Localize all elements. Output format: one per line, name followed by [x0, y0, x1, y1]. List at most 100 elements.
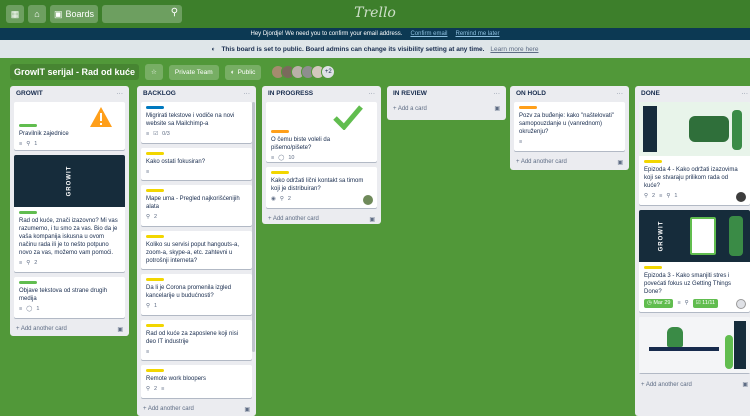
more-icon[interactable]: ··· — [617, 90, 624, 97]
banner-message: Hey Djordje! We need you to confirm your… — [250, 31, 403, 37]
add-card-button[interactable]: + Add a card ▣ — [391, 102, 502, 115]
card[interactable]: Koliko su servisi poput hangouts-a, zoom… — [141, 230, 252, 270]
add-card-button[interactable]: + Add another card ▣ — [639, 378, 750, 391]
board-members[interactable]: +2 — [271, 65, 336, 79]
star-icon: ☆ — [151, 69, 157, 76]
star-button[interactable]: ☆ — [145, 64, 163, 80]
list-scrollbar[interactable] — [252, 102, 255, 352]
card-badges: ≡ ◯ 10 — [271, 155, 372, 162]
trello-logo[interactable]: Trello — [354, 5, 396, 21]
template-icon[interactable]: ▣ — [494, 105, 500, 112]
card-label — [19, 211, 37, 214]
add-card-button[interactable]: + Add another card ▣ — [266, 213, 377, 226]
list-title[interactable]: IN PROGRESS — [268, 90, 313, 97]
more-members-badge[interactable]: +2 — [321, 65, 336, 79]
card-member-avatar[interactable] — [736, 191, 746, 202]
template-icon[interactable]: ▣ — [117, 326, 123, 333]
card-title: Kako održati lični kontakt sa timom koji… — [271, 178, 364, 193]
board-title[interactable]: GrowIT serijal - Rad od kuće — [10, 64, 140, 80]
card[interactable]: Pravilnik zajednice ≡ ⚲ 1 — [14, 102, 125, 150]
card[interactable]: Da li je Corona promenila izgled kancela… — [141, 274, 252, 315]
card[interactable]: GROWIT Epizoda 3 - Kako smanjiti stres i… — [639, 209, 750, 313]
card-label — [644, 160, 662, 163]
grid-icon: ▦ — [10, 8, 20, 19]
add-card-label: + Add another card — [16, 326, 67, 332]
learn-more-link[interactable]: Learn more here — [490, 46, 538, 53]
template-icon[interactable]: ▣ — [244, 406, 250, 413]
card[interactable]: GROWIT Rad od kuće, znači izazovno? Mi v… — [14, 155, 125, 272]
search-input[interactable]: ⚲ — [102, 5, 183, 23]
watch-icon: ◉ — [271, 196, 276, 203]
list-title[interactable]: DONE — [641, 90, 660, 97]
card-label — [519, 106, 537, 109]
badge-count: 2 — [287, 196, 291, 203]
card[interactable]: Kako održati lični kontakt sa timom koji… — [266, 167, 377, 208]
template-icon[interactable]: ▣ — [369, 216, 375, 223]
attachment-icon: ⚲ — [684, 299, 689, 306]
list-title[interactable]: ON HOLD — [516, 90, 546, 97]
home-button[interactable]: ⌂ — [28, 5, 46, 23]
card-badges: ⚲ 2 ≡ — [146, 386, 247, 393]
list-in-review: IN REVIEW ··· + Add a card ▣ — [387, 86, 506, 120]
boards-label: Boards — [65, 9, 95, 19]
visibility-button[interactable]: ◐ Public — [224, 64, 262, 80]
card-title: Remote work bloopers — [146, 376, 207, 383]
card[interactable]: Rad od kuće za zaposlene koji nisi deo I… — [141, 319, 252, 361]
card[interactable]: Remote work bloopers ⚲ 2 ≡ — [141, 365, 252, 398]
card-title: Rad od kuće za zaposlene koji nisi deo I… — [146, 330, 239, 345]
comment-icon: ◯ — [278, 155, 285, 162]
card[interactable]: Objave tekstova od strane drugih medija … — [14, 276, 125, 318]
card[interactable]: Kako ostati fokusiran? ≡ — [141, 147, 252, 181]
list-header[interactable]: BACKLOG ··· — [141, 89, 252, 102]
growit-logo — [643, 106, 657, 152]
due-date-badge[interactable]: ◷ Mar 29 — [644, 298, 674, 309]
card-member-avatar[interactable] — [363, 194, 373, 205]
list-title[interactable]: BACKLOG — [143, 90, 176, 97]
list-title[interactable]: GROWIT — [16, 90, 43, 97]
card[interactable]: Pozv za buđenje: kako "naštelovati" samo… — [514, 102, 625, 151]
card[interactable]: Epizoda 4 - Kako održati izazovima koji … — [639, 102, 750, 205]
attachment-icon: ⚲ — [146, 303, 151, 310]
attachment-icon: ⚲ — [644, 193, 649, 200]
checklist-badge[interactable]: ☑ 11/11 — [692, 298, 719, 309]
list-header[interactable]: IN PROGRESS ··· — [266, 89, 377, 102]
card[interactable]: Migrirati tekstove i vodiče na novi webs… — [141, 102, 252, 143]
remind-later-link[interactable]: Remind me later — [455, 31, 499, 37]
add-card-button[interactable]: + Add another card ▣ — [141, 403, 252, 416]
template-icon[interactable]: ▣ — [742, 381, 748, 388]
more-icon[interactable]: ··· — [369, 90, 376, 97]
menu-button[interactable]: ▦ — [6, 5, 24, 23]
card[interactable]: O čemu biste voleli da pišemo/pišete? ≡ ◯… — [266, 102, 377, 162]
home-icon: ⌂ — [34, 9, 40, 19]
attachment-icon: ⚲ — [279, 196, 284, 203]
confirm-email-link[interactable]: Confirm email — [410, 31, 447, 37]
card-cover-image: GROWIT — [14, 155, 125, 207]
card-label — [146, 278, 164, 282]
list-header[interactable]: IN REVIEW ··· — [391, 89, 502, 102]
add-card-button[interactable]: + Add another card ▣ — [514, 156, 625, 169]
more-icon[interactable]: ··· — [742, 90, 749, 97]
add-card-button[interactable]: + Add another card ▣ — [14, 323, 125, 336]
card-badges: ⚲ 1 — [146, 303, 247, 310]
card[interactable] — [639, 317, 750, 374]
boards-button[interactable]: ▣ Boards — [50, 5, 99, 23]
team-button[interactable]: Private Team — [168, 64, 219, 80]
list-done: DONE ··· Epizoda 4 - Kako održati izazovi… — [635, 86, 750, 416]
list-header[interactable]: DONE ··· — [639, 89, 750, 102]
list-header[interactable]: GROWIT ··· — [14, 89, 125, 102]
more-icon[interactable]: ··· — [117, 90, 124, 97]
template-icon[interactable]: ▣ — [617, 159, 623, 166]
description-icon: ≡ — [146, 168, 150, 175]
search-icon: ⚲ — [170, 7, 179, 18]
more-icon[interactable]: ··· — [494, 90, 501, 97]
growit-logo — [734, 321, 746, 370]
more-icon[interactable]: ··· — [244, 90, 251, 97]
description-icon: ≡ — [146, 131, 150, 138]
card[interactable]: Mape uma - Pregled najkorišćenijih alata… — [141, 185, 252, 226]
description-icon: ≡ — [659, 193, 663, 200]
badge-count: 2 — [34, 260, 38, 267]
card-badges: ≡ — [146, 349, 247, 356]
add-card-label: + Add a card — [393, 105, 427, 112]
list-title[interactable]: IN REVIEW — [393, 90, 427, 97]
list-header[interactable]: ON HOLD ··· — [514, 89, 625, 102]
